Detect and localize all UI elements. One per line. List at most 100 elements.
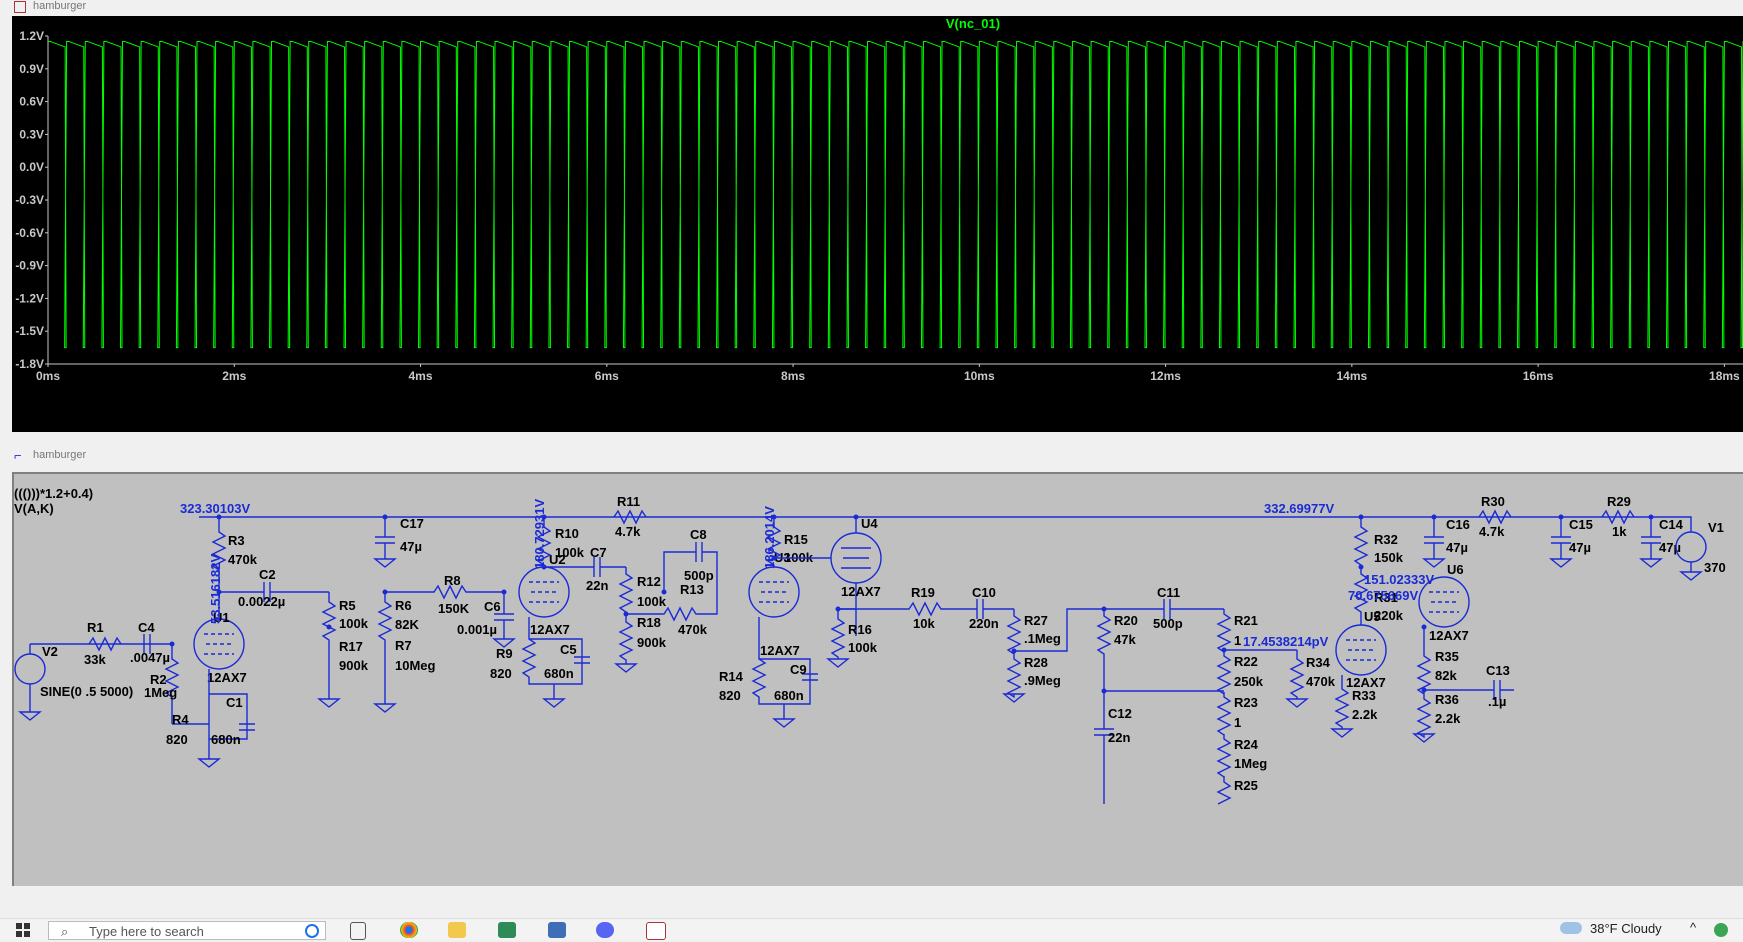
plot-frame bbox=[47, 36, 1743, 365]
c13-value: .1µ bbox=[1488, 694, 1506, 709]
u1-tube[interactable] bbox=[193, 618, 245, 670]
discord-icon[interactable] bbox=[596, 922, 614, 938]
v2-source[interactable] bbox=[14, 653, 46, 685]
r36-ref: R36 bbox=[1435, 692, 1459, 707]
waveform-window-titlebar[interactable]: hamburger bbox=[0, 0, 1743, 14]
r21-r25-ladder[interactable] bbox=[1216, 609, 1232, 805]
node-voltage-323[interactable]: 323.30103V bbox=[180, 501, 250, 516]
c1-ref: C1 bbox=[226, 695, 243, 710]
cortana-icon[interactable] bbox=[305, 924, 319, 938]
node-voltage-r21[interactable]: 17.4538214pV bbox=[1243, 634, 1329, 649]
waveform-window-icon bbox=[14, 1, 26, 13]
r23-value: 1 bbox=[1234, 715, 1241, 730]
file-explorer-icon[interactable] bbox=[448, 922, 466, 938]
r33-ref: R33 bbox=[1352, 688, 1376, 703]
taskbar-search-input[interactable]: ⌕ Type here to search bbox=[48, 921, 326, 940]
r13-value: 470k bbox=[678, 622, 708, 637]
x-tick-label: 0ms bbox=[36, 369, 60, 383]
r14-resistor[interactable] bbox=[751, 617, 818, 728]
r10-ref: R10 bbox=[555, 526, 579, 541]
chrome-icon[interactable] bbox=[400, 922, 418, 938]
r5-ref: R5 bbox=[339, 598, 356, 613]
expr-label-2: V(A,K) bbox=[14, 501, 54, 516]
y-tick-label: -0.9V bbox=[15, 259, 44, 273]
r30-ref: R30 bbox=[1481, 494, 1505, 509]
r20-ref: R20 bbox=[1114, 613, 1138, 628]
y-tick-label: 0.3V bbox=[19, 127, 44, 141]
r14-value: 820 bbox=[719, 688, 741, 703]
c16-capacitor[interactable] bbox=[1422, 517, 1446, 568]
r31-value: 220k bbox=[1374, 608, 1404, 623]
r15-ref: R15 bbox=[784, 532, 808, 547]
r6-resistor[interactable] bbox=[373, 592, 397, 713]
y-tick-label: 0.9V bbox=[19, 62, 44, 76]
r9-value: 820 bbox=[490, 666, 512, 681]
r12-resistor[interactable] bbox=[614, 567, 638, 673]
r28-ref: R28 bbox=[1024, 655, 1048, 670]
u6-value: 12AX7 bbox=[1429, 628, 1469, 643]
r11-ref: R11 bbox=[617, 494, 640, 509]
node-voltage-332[interactable]: 332.69977V bbox=[1264, 501, 1334, 516]
r7-ref: R7 bbox=[395, 638, 412, 653]
calculator-icon[interactable] bbox=[548, 922, 566, 938]
r23-ref: R23 bbox=[1234, 695, 1258, 710]
r7-value: 10Meg bbox=[395, 658, 436, 673]
r22-ref: R22 bbox=[1234, 654, 1258, 669]
r3-value: 470k bbox=[228, 552, 258, 567]
r35-resistor[interactable] bbox=[1412, 627, 1514, 743]
c17-capacitor[interactable] bbox=[373, 517, 397, 568]
c2-value: 0.0022µ bbox=[238, 594, 285, 609]
r8-value: 150K bbox=[438, 601, 470, 616]
y-tick-label: 0.6V bbox=[19, 95, 44, 109]
task-view-icon[interactable] bbox=[350, 922, 366, 940]
u5-tube[interactable] bbox=[1335, 624, 1387, 676]
r14-ref: R14 bbox=[719, 669, 744, 684]
c10-ref: C10 bbox=[972, 585, 996, 600]
trace-label[interactable]: V(nc_01) bbox=[946, 16, 1000, 31]
r17-ref: R17 bbox=[339, 639, 363, 654]
r24-ref: R24 bbox=[1234, 737, 1259, 752]
r25-ref: R25 bbox=[1234, 778, 1258, 793]
c9-value: 680n bbox=[774, 688, 804, 703]
app-green-icon[interactable] bbox=[498, 922, 516, 938]
r34-ref: R34 bbox=[1306, 655, 1331, 670]
c13-ref: C13 bbox=[1486, 663, 1510, 678]
r27-resistor[interactable] bbox=[1002, 608, 1104, 703]
r16-resistor[interactable] bbox=[826, 608, 856, 668]
schematic-pane[interactable]: ((()))*1.2+0.4) V(A,K) 323.30103V 332.69… bbox=[12, 472, 1743, 886]
y-axis: 1.2V 0.9V 0.6V 0.3V 0.0V -0.3V -0.6V -0.9V -1.2V… bbox=[15, 29, 1743, 371]
weather-cloud-icon bbox=[1560, 922, 1582, 934]
schematic-window-titlebar[interactable]: ⌐ hamburger bbox=[0, 448, 1743, 463]
r33-value: 2.2k bbox=[1352, 707, 1378, 722]
c15-ref: C15 bbox=[1569, 517, 1593, 532]
u3-value: 12AX7 bbox=[760, 643, 800, 658]
ltspice-icon[interactable] bbox=[646, 922, 666, 940]
r3-ref: R3 bbox=[228, 533, 245, 548]
u2-tube[interactable] bbox=[518, 566, 570, 618]
plot-pane[interactable]: V(nc_01) 1.2V 0.9V 0.6V 0.3V 0.0V -0.3V -0.6V -… bbox=[12, 16, 1743, 432]
u3-tube[interactable] bbox=[748, 566, 800, 618]
node-voltage-r31[interactable]: 151.02333V bbox=[1364, 572, 1434, 587]
node-voltage-u6[interactable]: 70.675669V bbox=[1348, 588, 1418, 603]
r6-value: 82K bbox=[395, 617, 419, 632]
r29-ref: R29 bbox=[1607, 494, 1631, 509]
x-axis: 0ms 2ms 4ms 6ms 8ms 10ms 12ms 14ms 16ms 18ms bbox=[36, 364, 1740, 383]
search-placeholder: Type here to search bbox=[89, 924, 204, 939]
windows-start-icon[interactable] bbox=[16, 923, 30, 937]
u4-ref: U4 bbox=[861, 516, 878, 531]
u6-tube[interactable] bbox=[1418, 576, 1470, 628]
x-tick-label: 6ms bbox=[595, 369, 619, 383]
c8-value: 500p bbox=[684, 568, 714, 583]
c14-capacitor[interactable] bbox=[1639, 517, 1663, 568]
tray-app-icon[interactable] bbox=[1714, 923, 1728, 937]
y-tick-label: 1.2V bbox=[19, 29, 44, 43]
schematic-canvas[interactable]: ((()))*1.2+0.4) V(A,K) 323.30103V 332.69… bbox=[14, 474, 1743, 886]
v2-label: V2 bbox=[42, 644, 58, 659]
r35-ref: R35 bbox=[1435, 649, 1459, 664]
c15-capacitor[interactable] bbox=[1549, 517, 1573, 568]
c12-value: 22n bbox=[1108, 730, 1130, 745]
r5-resistor[interactable] bbox=[317, 592, 341, 708]
waveform-plot[interactable]: V(nc_01) 1.2V 0.9V 0.6V 0.3V 0.0V -0.3V -0.6V -… bbox=[12, 16, 1743, 432]
weather-text[interactable]: 38°F Cloudy bbox=[1590, 921, 1662, 936]
chevron-up-icon[interactable]: ^ bbox=[1690, 920, 1696, 935]
